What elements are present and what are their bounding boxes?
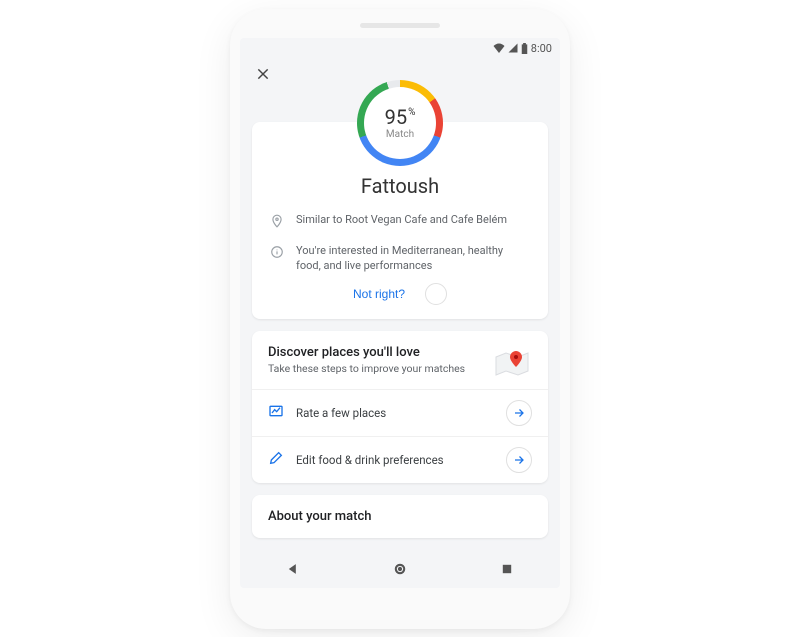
- similar-text: Similar to Root Vegan Cafe and Cafe Belé…: [296, 212, 507, 227]
- phone-speaker: [360, 23, 440, 28]
- square-recent-icon: [500, 562, 514, 576]
- android-navbar: [240, 554, 560, 588]
- rate-label: Rate a few places: [296, 406, 494, 420]
- circle-home-icon: [393, 562, 407, 576]
- nav-home-button[interactable]: [393, 562, 407, 579]
- rate-places-row[interactable]: Rate a few places: [252, 389, 548, 436]
- edit-prefs-row[interactable]: Edit food & drink preferences: [252, 436, 548, 483]
- pencil-icon: [268, 450, 284, 470]
- discover-title: Discover places you'll love: [268, 345, 482, 360]
- feedback-circle-button[interactable]: [425, 283, 447, 305]
- close-icon: [256, 67, 270, 81]
- match-ring-wrap: 95 % Match: [252, 80, 548, 166]
- similar-row: Similar to Root Vegan Cafe and Cafe Belé…: [270, 212, 530, 233]
- battery-icon: [521, 43, 528, 54]
- info-icon: [270, 244, 286, 263]
- status-time: 8:00: [531, 42, 552, 55]
- match-percent: 95: [385, 105, 407, 129]
- discover-subtitle: Take these steps to improve your matches: [268, 362, 482, 375]
- rate-arrow-button[interactable]: [506, 400, 532, 426]
- phone-frame: 8:00 95 % Match: [230, 9, 570, 629]
- map-pin-icon: [492, 345, 532, 379]
- arrow-right-icon: [513, 454, 525, 466]
- wifi-icon: [493, 43, 505, 53]
- edit-arrow-button[interactable]: [506, 447, 532, 473]
- match-label: Match: [386, 129, 414, 140]
- interest-text: You're interested in Mediterranean, heal…: [296, 243, 530, 274]
- triangle-back-icon: [286, 562, 300, 576]
- location-pin-icon: [270, 213, 286, 233]
- status-bar: 8:00: [240, 38, 560, 59]
- arrow-right-icon: [513, 407, 525, 419]
- signal-icon: [508, 43, 518, 53]
- not-right-button[interactable]: Not right?: [353, 287, 405, 301]
- edit-label: Edit food & drink preferences: [296, 453, 494, 467]
- discover-card: Discover places you'll love Take these s…: [252, 331, 548, 483]
- match-percent-symbol: %: [408, 107, 415, 118]
- rate-icon: [268, 403, 284, 423]
- content-scroll: 95 % Match Fattoush Similar to Root Vega…: [240, 59, 560, 554]
- place-title: Fattoush: [270, 174, 530, 198]
- about-title: About your match: [268, 509, 532, 524]
- about-match-card: About your match: [252, 495, 548, 538]
- nav-recent-button[interactable]: [500, 562, 514, 579]
- nav-back-button[interactable]: [286, 562, 300, 579]
- interest-row: You're interested in Mediterranean, heal…: [270, 243, 530, 274]
- match-ring: 95 % Match: [357, 80, 443, 166]
- app-screen: 8:00 95 % Match: [240, 38, 560, 588]
